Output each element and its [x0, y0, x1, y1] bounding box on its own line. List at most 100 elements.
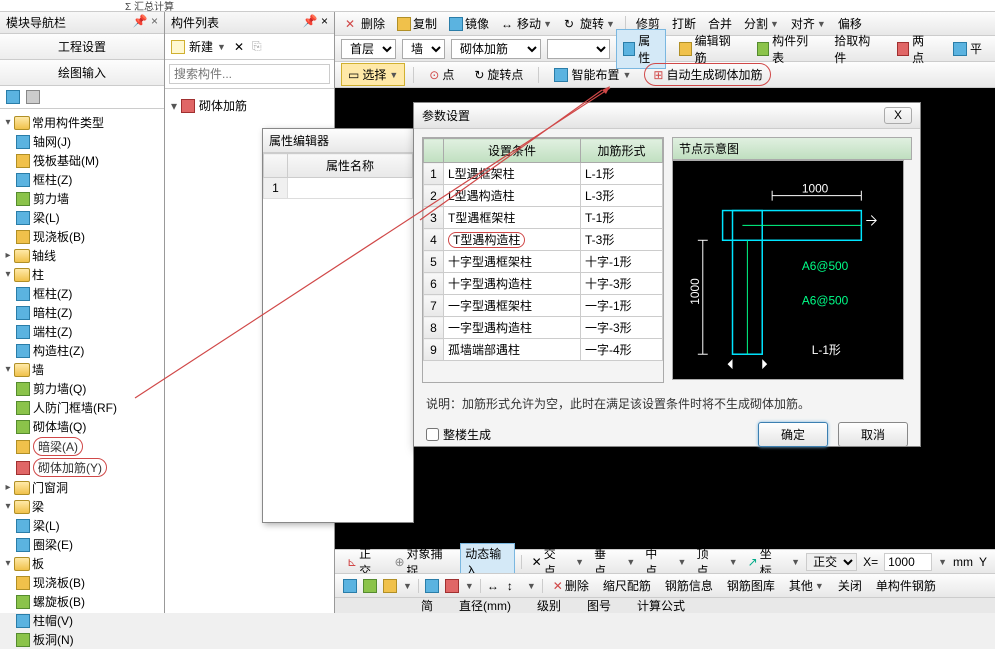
cond-cell[interactable]: L型遇构造柱: [444, 185, 581, 207]
tab3[interactable]: 级别: [529, 597, 569, 614]
form-cell[interactable]: 一字-3形: [581, 317, 663, 339]
smart-layout-button[interactable]: 智能布置▼: [547, 63, 638, 86]
form-cell[interactable]: L-3形: [581, 185, 663, 207]
tree-beam-group[interactable]: ▾梁: [2, 497, 162, 516]
tree-root[interactable]: ▾常用构件类型: [2, 113, 162, 132]
form-cell[interactable]: 一字-1形: [581, 295, 663, 317]
close-button[interactable]: X: [884, 107, 912, 124]
new-button[interactable]: 新建: [189, 38, 213, 55]
tree-item-col1[interactable]: 暗柱(Z): [2, 303, 162, 322]
tree-item-beam[interactable]: 梁(L): [2, 208, 162, 227]
copy-button[interactable]: 复制: [393, 13, 441, 34]
tree-item-masonry-rebar[interactable]: 砌体加筋(Y): [2, 457, 162, 478]
tree-item-shearwall[interactable]: 剪力墙: [2, 189, 162, 208]
component-item[interactable]: ▾ 砌体加筋: [171, 95, 328, 116]
form-cell[interactable]: T-1形: [581, 207, 663, 229]
tree-item-col3[interactable]: 构造柱(Z): [2, 341, 162, 360]
auto-gen-button[interactable]: ⊞自动生成砌体加筋: [644, 63, 771, 86]
new-dropdown[interactable]: ▼: [217, 42, 226, 52]
type-combo[interactable]: 砌体加筋: [451, 39, 541, 59]
cond-cell-hl[interactable]: T型遇构造柱: [444, 229, 581, 251]
x-input[interactable]: [884, 553, 932, 571]
pin-icon[interactable]: 📌 ×: [133, 14, 158, 31]
prop-cell[interactable]: [288, 178, 413, 199]
tree-item-slab3[interactable]: 板洞(N): [2, 630, 162, 649]
form-cell[interactable]: L-1形: [581, 163, 663, 185]
whole-checkbox[interactable]: [426, 428, 439, 441]
tree-item-col2[interactable]: 端柱(Z): [2, 322, 162, 341]
tree-item-framecol[interactable]: 框柱(Z): [2, 170, 162, 189]
tree-wall-group[interactable]: ▾墙: [2, 360, 162, 379]
whole-building-checkbox[interactable]: 整楼生成: [426, 426, 491, 443]
blank-combo[interactable]: [547, 39, 610, 59]
select-button[interactable]: ▭选择▼: [341, 63, 405, 86]
floor-combo[interactable]: 首层: [341, 39, 396, 59]
tree-door-group[interactable]: ▸门窗洞: [2, 478, 162, 497]
form-cell[interactable]: 十字-1形: [581, 251, 663, 273]
ok-button[interactable]: 确定: [758, 422, 828, 447]
tree-item-wall2[interactable]: 砌体墙(Q): [2, 417, 162, 436]
cond-cell[interactable]: 十字型遇构造柱: [444, 273, 581, 295]
tree-item-darkbeam[interactable]: 暗梁(A): [2, 436, 162, 457]
form-cell[interactable]: T-3形: [581, 229, 663, 251]
other-button[interactable]: 其他▼: [785, 576, 828, 595]
tab5[interactable]: 计算公式: [629, 597, 693, 614]
tree-item-slab0[interactable]: 现浇板(B): [2, 573, 162, 592]
tab2[interactable]: 直径(mm): [451, 597, 519, 614]
tree-item-beam1[interactable]: 圈梁(E): [2, 535, 162, 554]
pin-icon[interactable]: 📌 ×: [303, 14, 328, 31]
icon[interactable]: [343, 579, 357, 593]
ortho-combo[interactable]: 正交: [806, 553, 857, 571]
copy-icon[interactable]: ⎘: [252, 39, 262, 54]
single-button[interactable]: 单构件钢筋: [872, 576, 940, 595]
tree-item-castslab[interactable]: 现浇板(B): [2, 227, 162, 246]
icon[interactable]: [445, 579, 459, 593]
pick-button[interactable]: 拾取构件: [827, 29, 884, 69]
form-cell[interactable]: 一字-4形: [581, 339, 663, 361]
expand-icon[interactable]: [6, 90, 20, 104]
project-settings-tab[interactable]: 工程设置: [0, 34, 164, 60]
cond-cell[interactable]: 孤墙端部遇柱: [444, 339, 581, 361]
cond-cell[interactable]: T型遇框架柱: [444, 207, 581, 229]
tree-item-raft[interactable]: 筏板基础(M): [2, 151, 162, 170]
cond-cell[interactable]: L型遇框架柱: [444, 163, 581, 185]
rotate-point-button[interactable]: ↻旋转点: [467, 63, 530, 86]
tree-item-wall1[interactable]: 人防门框墙(RF): [2, 398, 162, 417]
rotate-button[interactable]: ↻旋转▼: [560, 13, 619, 34]
scale-rebar-button[interactable]: 缩尺配筋: [599, 576, 655, 595]
cond-cell[interactable]: 一字型遇构造柱: [444, 317, 581, 339]
cancel-button[interactable]: 取消: [838, 422, 908, 447]
rebar-info-button[interactable]: 钢筋信息: [661, 576, 717, 595]
delete-button[interactable]: ✕删除: [341, 13, 389, 34]
icon[interactable]: [383, 579, 397, 593]
tab1[interactable]: 简: [413, 597, 441, 614]
draw-input-tab[interactable]: 绘图输入: [0, 60, 164, 86]
mirror-button[interactable]: 镜像: [445, 13, 493, 34]
wall-combo[interactable]: 墙: [402, 39, 445, 59]
icon[interactable]: [425, 579, 439, 593]
tab4[interactable]: 图号: [579, 597, 619, 614]
delete-icon[interactable]: ✕: [234, 40, 244, 54]
search-input[interactable]: [169, 64, 330, 84]
icon[interactable]: [363, 579, 377, 593]
point-button[interactable]: ⊙点: [422, 63, 461, 86]
tree-item-wall0[interactable]: 剪力墙(Q): [2, 379, 162, 398]
close-button[interactable]: 关闭: [834, 576, 866, 595]
tree-item-slab1[interactable]: 螺旋板(B): [2, 592, 162, 611]
cond-cell[interactable]: 一字型遇框架柱: [444, 295, 581, 317]
icon[interactable]: ↔: [487, 579, 501, 593]
rebar-lib-button[interactable]: 钢筋图库: [723, 576, 779, 595]
form-cell[interactable]: 十字-3形: [581, 273, 663, 295]
tree-axis-group[interactable]: ▸轴线: [2, 246, 162, 265]
icon[interactable]: ↕: [507, 579, 521, 593]
collapse-icon[interactable]: [26, 90, 40, 104]
tree-col-group[interactable]: ▾柱: [2, 265, 162, 284]
two-point-button[interactable]: 两点: [890, 29, 940, 69]
tree-item-slab2[interactable]: 柱帽(V): [2, 611, 162, 630]
tree-item-beam0[interactable]: 梁(L): [2, 516, 162, 535]
move-button[interactable]: ↔移动▼: [497, 13, 556, 34]
tree-item-col0[interactable]: 框柱(Z): [2, 284, 162, 303]
tree-item-axis[interactable]: 轴网(J): [2, 132, 162, 151]
flat-button[interactable]: 平: [946, 37, 989, 60]
delete-button2[interactable]: ✕删除: [549, 576, 593, 595]
